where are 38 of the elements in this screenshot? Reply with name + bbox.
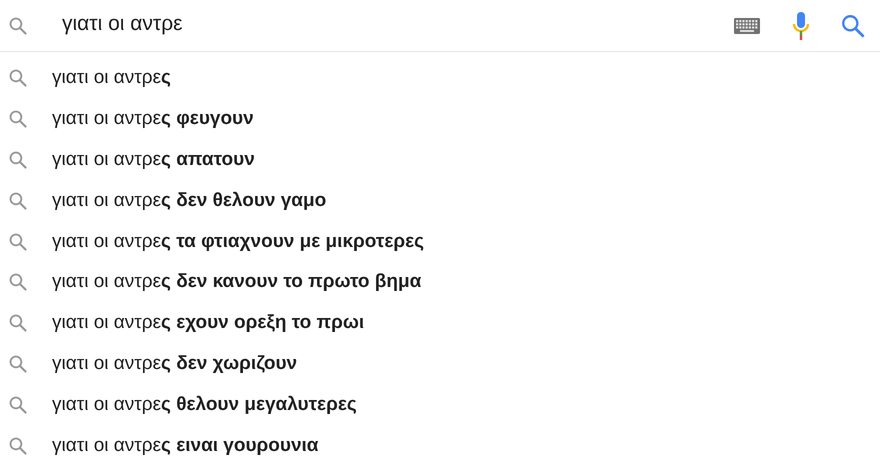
suggestion-item[interactable]: γιατι οι αντρες δεν χωριζουν — [0, 344, 880, 384]
search-icon — [8, 190, 28, 211]
suggestion-text: γιατι οι αντρες δεν χωριζουν — [52, 352, 298, 375]
search-icon — [8, 354, 28, 374]
search-icon — [8, 150, 28, 170]
suggestion-item[interactable]: γιατι οι αντρες δεν κανουν το πρωτο βημα — [0, 262, 880, 303]
suggestion-text: γιατι οι αντρες απατουν — [52, 148, 255, 171]
search-icon — [8, 109, 28, 130]
keyboard-icon — [734, 18, 760, 34]
search-icon — [8, 394, 28, 415]
search-field[interactable]: γιατι οι αντρε — [40, 12, 722, 40]
microphone-icon — [792, 12, 810, 40]
search-icon — [8, 272, 28, 292]
suggestion-item[interactable]: γιατι οι αντρες ειναι γουρουνια — [0, 425, 880, 466]
suggestion-text: γιατι οι αντρες — [52, 67, 171, 90]
suggestion-item[interactable]: γιατι οι αντρες τα φτιαχνουν με μικροτερες — [0, 221, 880, 262]
suggestion-item[interactable]: γιατι οι αντρες δεν θελουν γαμο — [0, 180, 880, 222]
search-icon — [8, 313, 28, 334]
suggestion-text: γιατι οι αντρες θελουν μεγαλυτερες — [52, 394, 357, 416]
suggestion-text: γιατι οι αντρες δεν θελουν γαμο — [52, 190, 326, 212]
suggestion-text: γιατι οι αντρες φευγουν — [52, 108, 254, 130]
keyboard-button[interactable] — [734, 18, 760, 34]
search-button[interactable] — [840, 12, 866, 38]
suggestion-text: γιατι οι αντρες εχουν ορεξη το πρωι — [52, 312, 364, 334]
search-icon — [840, 12, 866, 38]
voice-search-button[interactable] — [792, 12, 810, 40]
suggestion-item[interactable]: γιατι οι αντρες εχουν ορεξη το πρωι — [0, 302, 880, 344]
suggestion-item[interactable]: γιατι οι αντρες θελουν μεγαλυτερες — [0, 384, 880, 426]
suggestion-text: γιατι οι αντρες τα φτιαχνουν με μικροτερες — [52, 230, 424, 253]
search-icon — [8, 68, 28, 88]
suggestion-item[interactable]: γιατι οι αντρες φευγουν — [0, 98, 880, 140]
search-icon — [8, 232, 28, 252]
suggestion-item[interactable]: γιατι οι αντρες απατουν — [0, 140, 880, 180]
suggestion-text: γιατι οι αντρες ειναι γουρουνια — [52, 434, 318, 457]
suggestion-item[interactable]: γιατι οι αντρες — [0, 58, 880, 99]
search-icon — [8, 436, 28, 456]
suggestion-text: γιατι οι αντρες δεν κανουν το πρωτο βημα — [52, 271, 422, 294]
search-icon — [8, 16, 28, 36]
